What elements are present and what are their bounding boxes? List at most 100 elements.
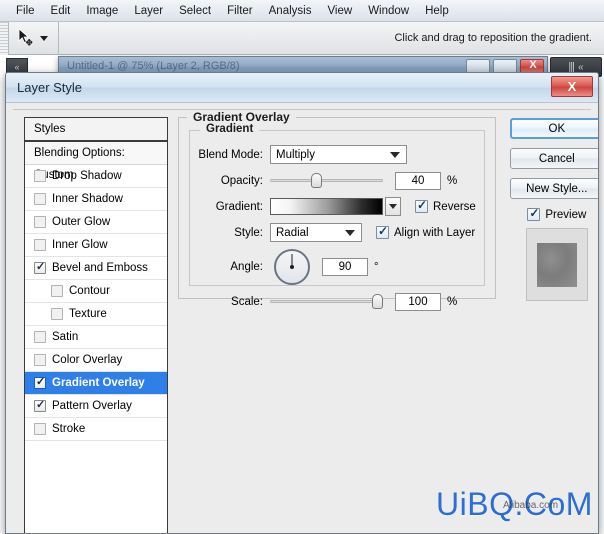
menu-window[interactable]: Window [360, 3, 417, 19]
style-item-label: Drop Shadow [52, 170, 122, 182]
cancel-button[interactable]: Cancel [509, 148, 598, 169]
dialog-buttons-column: OK Cancel New Style... Preview [504, 110, 598, 525]
style-item-inner-glow[interactable]: Inner Glow [25, 234, 167, 257]
checkbox-contour[interactable] [51, 285, 63, 297]
active-tool-group[interactable] [9, 21, 59, 55]
style-item-label: Bevel and Emboss [52, 262, 148, 274]
style-item-label: Texture [69, 308, 107, 320]
dialog-titlebar[interactable]: Layer Style X [6, 73, 598, 103]
menu-image[interactable]: Image [78, 3, 126, 19]
opacity-unit: % [447, 174, 458, 187]
reverse-label: Reverse [433, 200, 476, 213]
preview-label: Preview [545, 208, 587, 221]
style-item-bevel-and-emboss[interactable]: Bevel and Emboss [25, 257, 167, 280]
group-title: Gradient [200, 123, 260, 135]
opacity-slider-track [270, 179, 383, 182]
chevron-down-icon [389, 204, 397, 209]
checkbox-color-overlay[interactable] [34, 354, 46, 366]
tool-preset-chevron-down-icon[interactable] [40, 35, 48, 41]
gradient-label: Gradient: [215, 200, 263, 213]
checkbox-outer-glow[interactable] [34, 216, 46, 228]
style-item-label: Contour [69, 285, 110, 297]
gradient-swatch[interactable] [270, 198, 383, 215]
opacity-slider[interactable] [270, 171, 383, 190]
checkbox-pattern-overlay[interactable] [34, 398, 46, 412]
styles-list-header[interactable]: Styles [25, 118, 167, 142]
menu-help[interactable]: Help [417, 3, 457, 19]
opacity-label: Opacity: [220, 174, 263, 187]
checkbox-align-with-layer[interactable] [376, 224, 389, 239]
opacity-slider-thumb[interactable] [310, 173, 322, 188]
scale-input[interactable]: 100 [395, 292, 441, 311]
checkbox-reverse[interactable] [415, 198, 428, 213]
checkbox-inner-glow[interactable] [34, 239, 46, 251]
style-item-stroke[interactable]: Stroke [25, 418, 167, 441]
checkbox-stroke[interactable] [34, 423, 46, 435]
style-row: Style: Radial Align with Layer [198, 223, 476, 242]
scale-label: Scale: [231, 295, 263, 308]
opacity-input[interactable]: 40 [395, 171, 441, 190]
style-item-label: Color Overlay [52, 354, 123, 366]
scale-slider[interactable] [270, 292, 383, 311]
style-item-pattern-overlay[interactable]: Pattern Overlay [25, 395, 167, 418]
blend-mode-row: Blend Mode: Multiply [198, 145, 476, 164]
move-tool-icon [18, 28, 33, 46]
new-style-button[interactable]: New Style... [509, 178, 598, 199]
blend-mode-label: Blend Mode: [198, 148, 263, 161]
style-item-label: Outer Glow [52, 216, 111, 228]
menu-view[interactable]: View [319, 3, 360, 19]
blend-mode-select[interactable]: Multiply [270, 145, 407, 164]
options-bar-hint: Click and drag to reposition the gradien… [394, 32, 592, 44]
style-preview-thumbnail [525, 228, 588, 301]
ok-button[interactable]: OK [509, 118, 598, 139]
options-bar-hint-area: Click and drag to reposition the gradien… [59, 22, 604, 55]
style-item-label: Pattern Overlay [52, 400, 132, 412]
dialog-close-button[interactable]: X [551, 76, 593, 97]
gradient-picker-button[interactable] [385, 197, 401, 216]
options-bar-grip[interactable] [0, 21, 9, 55]
gradient-overlay-group: Gradient Overlay Gradient Blend Mode: Mu… [178, 110, 496, 311]
opacity-row: Opacity: 40 % [198, 171, 476, 190]
menu-analysis[interactable]: Analysis [261, 3, 320, 19]
style-item-inner-shadow[interactable]: Inner Shadow [25, 188, 167, 211]
style-item-gradient-overlay[interactable]: Gradient Overlay [25, 372, 167, 395]
menu-filter[interactable]: Filter [219, 3, 261, 19]
double-chevron-left-icon: « [578, 61, 584, 73]
style-item-contour[interactable]: Contour [25, 280, 167, 303]
blend-mode-value: Multiply [276, 148, 315, 161]
style-item-satin[interactable]: Satin [25, 326, 167, 349]
angle-dial[interactable] [274, 249, 310, 285]
align-with-layer-checkbox-group[interactable]: Align with Layer [376, 224, 475, 239]
menu-select[interactable]: Select [171, 3, 219, 19]
checkbox-preview[interactable] [527, 206, 541, 221]
chevron-down-icon [390, 152, 400, 158]
style-item-label: Stroke [52, 423, 86, 435]
preview-checkbox-group[interactable]: Preview [510, 206, 598, 221]
angle-unit: ° [374, 261, 379, 273]
checkbox-satin[interactable] [34, 331, 46, 343]
menu-edit[interactable]: Edit [43, 3, 79, 19]
document-title: Untitled-1 @ 75% (Layer 2, RGB/8) [67, 60, 240, 72]
angle-dial-hub [290, 265, 294, 269]
scale-slider-thumb[interactable] [372, 294, 383, 309]
angle-input[interactable]: 90 [322, 258, 368, 276]
checkbox-drop-shadow[interactable] [34, 170, 46, 182]
scale-row: Scale: 100 % [198, 292, 476, 311]
checkbox-inner-shadow[interactable] [34, 193, 46, 205]
reverse-checkbox-group[interactable]: Reverse [415, 198, 476, 213]
checkbox-bevel-and-emboss[interactable] [34, 260, 46, 274]
style-item-label: Inner Shadow [52, 193, 123, 205]
scale-slider-track [270, 300, 383, 303]
menu-layer[interactable]: Layer [126, 3, 171, 19]
styles-list-empty-area [25, 441, 167, 533]
checkbox-texture[interactable] [51, 308, 63, 320]
style-item-color-overlay[interactable]: Color Overlay [25, 349, 167, 372]
styles-list: Styles Blending Options: Custom Drop Sha… [24, 117, 168, 533]
close-icon: X [567, 79, 577, 94]
menu-file[interactable]: File [8, 3, 43, 19]
gradient-style-select[interactable]: Radial [270, 223, 362, 242]
style-item-texture[interactable]: Texture [25, 303, 167, 326]
style-item-outer-glow[interactable]: Outer Glow [25, 211, 167, 234]
blending-options-item[interactable]: Blending Options: Custom [25, 142, 167, 181]
checkbox-gradient-overlay[interactable] [34, 375, 46, 389]
